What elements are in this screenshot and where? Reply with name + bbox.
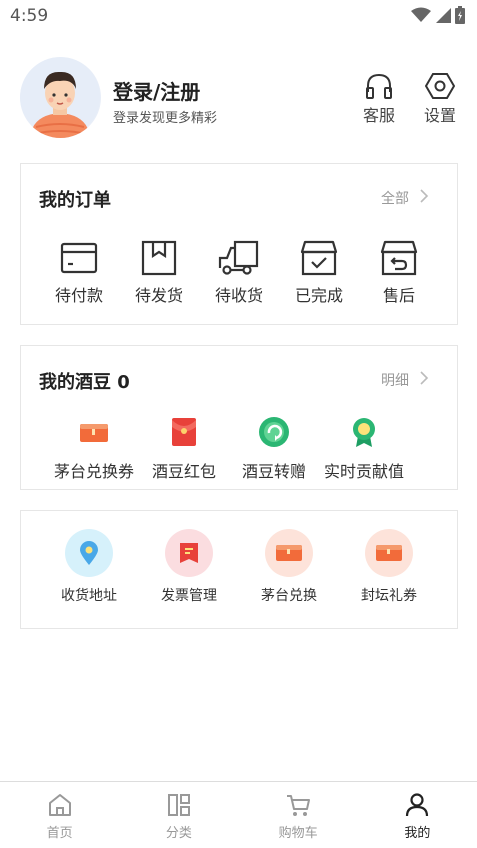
nav-mine[interactable]: 我的 bbox=[358, 782, 477, 848]
invoice-management-item[interactable]: 发票管理 bbox=[139, 529, 239, 605]
my-orders-card: 我的订单 全部 待付款 待发货 待收货 已完成 售后 bbox=[20, 163, 458, 325]
sealed-jar-coupon-item[interactable]: 封坛礼券 bbox=[339, 529, 439, 605]
shipping-address-label: 收货地址 bbox=[61, 588, 117, 604]
my-beans-title: 我的酒豆 0 bbox=[39, 372, 130, 393]
order-pending-shipment[interactable]: 待发货 bbox=[119, 240, 199, 306]
login-register-link[interactable]: 登录/注册 bbox=[113, 76, 200, 105]
nav-category-label: 分类 bbox=[165, 826, 192, 841]
wallet-icon bbox=[60, 242, 98, 274]
sealed-jar-coupon-label: 封坛礼券 bbox=[361, 588, 417, 604]
all-orders-link[interactable]: 全部 bbox=[381, 188, 409, 208]
beans-detail-link[interactable]: 明细 bbox=[381, 370, 409, 390]
order-completed[interactable]: 已完成 bbox=[279, 240, 359, 306]
customer-service-button[interactable]: 客服 bbox=[356, 72, 402, 126]
gear-icon bbox=[425, 73, 455, 99]
invoice-management-label: 发票管理 bbox=[161, 588, 217, 604]
nav-home[interactable]: 首页 bbox=[0, 782, 119, 848]
location-pin-icon bbox=[80, 541, 98, 565]
status-icons bbox=[411, 6, 465, 24]
cart-icon bbox=[287, 795, 311, 816]
order-status-row: 待付款 待发货 待收货 已完成 售后 bbox=[21, 240, 457, 306]
my-beans-card: 我的酒豆 0 明细 茅台兑换券 酒豆红包 酒豆转赠 实时贡献值 bbox=[20, 345, 458, 490]
bean-red-envelope-item[interactable]: 酒豆红包 bbox=[139, 416, 229, 482]
box-check-icon bbox=[300, 240, 338, 276]
wifi-icon bbox=[411, 7, 431, 22]
headset-icon bbox=[366, 73, 392, 99]
login-subtitle: 登录发现更多精彩 bbox=[113, 111, 218, 126]
invoice-icon bbox=[180, 543, 198, 563]
customer-service-label: 客服 bbox=[362, 106, 395, 125]
moutai-exchange-label: 茅台兑换 bbox=[261, 588, 317, 604]
settings-label: 设置 bbox=[423, 106, 456, 125]
bean-transfer-label: 酒豆转赠 bbox=[241, 462, 306, 481]
bottom-navigation: 首页 分类 购物车 我的 bbox=[0, 781, 477, 848]
chevron-right-icon[interactable] bbox=[419, 188, 429, 204]
moutai-coupon-item[interactable]: 茅台兑换券 bbox=[49, 416, 139, 482]
order-after-sales-label: 售后 bbox=[382, 286, 415, 305]
battery-icon bbox=[455, 6, 465, 24]
coupon-icon bbox=[276, 545, 302, 561]
coupon-icon bbox=[376, 545, 402, 561]
package-icon bbox=[141, 240, 177, 276]
bean-transfer-item[interactable]: 酒豆转赠 bbox=[229, 416, 319, 482]
nav-cart-label: 购物车 bbox=[278, 826, 318, 841]
realtime-contribution-item[interactable]: 实时贡献值 bbox=[319, 416, 409, 482]
medal-icon bbox=[353, 418, 375, 447]
order-pending-payment[interactable]: 待付款 bbox=[39, 240, 119, 306]
red-envelope-icon bbox=[172, 418, 196, 446]
category-icon bbox=[167, 794, 190, 816]
profile-header: 登录/注册 登录发现更多精彩 客服 设置 bbox=[0, 50, 477, 145]
moutai-coupon-label: 茅台兑换券 bbox=[53, 462, 134, 481]
transfer-icon bbox=[259, 417, 289, 447]
nav-category[interactable]: 分类 bbox=[119, 782, 238, 848]
beans-actions-row: 茅台兑换券 酒豆红包 酒豆转赠 实时贡献值 bbox=[21, 416, 457, 482]
order-pending-shipment-label: 待发货 bbox=[134, 286, 183, 305]
status-bar: 4:59 bbox=[0, 0, 477, 34]
status-time: 4:59 bbox=[10, 6, 49, 26]
user-icon bbox=[406, 793, 429, 817]
settings-button[interactable]: 设置 bbox=[417, 72, 463, 126]
services-card: 收货地址 发票管理 茅台兑换 封坛礼券 bbox=[20, 510, 458, 629]
my-orders-title: 我的订单 bbox=[39, 190, 111, 211]
order-pending-payment-label: 待付款 bbox=[54, 286, 103, 305]
order-pending-receipt[interactable]: 待收货 bbox=[199, 240, 279, 306]
truck-icon bbox=[218, 240, 259, 275]
moutai-exchange-item[interactable]: 茅台兑换 bbox=[239, 529, 339, 605]
bean-red-envelope-label: 酒豆红包 bbox=[151, 462, 216, 481]
cellular-signal-icon bbox=[436, 8, 451, 23]
order-pending-receipt-label: 待收货 bbox=[214, 286, 263, 305]
chevron-right-icon[interactable] bbox=[419, 370, 429, 386]
avatar[interactable] bbox=[20, 57, 101, 138]
services-row: 收货地址 发票管理 茅台兑换 封坛礼券 bbox=[21, 529, 457, 605]
order-after-sales[interactable]: 售后 bbox=[359, 240, 439, 306]
shipping-address-item[interactable]: 收货地址 bbox=[39, 529, 139, 605]
coupon-icon bbox=[80, 424, 108, 442]
order-completed-label: 已完成 bbox=[294, 286, 343, 305]
home-icon bbox=[48, 794, 71, 816]
box-return-icon bbox=[380, 240, 418, 276]
nav-home-label: 首页 bbox=[46, 826, 73, 841]
nav-cart[interactable]: 购物车 bbox=[239, 782, 358, 848]
nav-mine-label: 我的 bbox=[404, 826, 431, 841]
realtime-contribution-label: 实时贡献值 bbox=[323, 462, 404, 481]
